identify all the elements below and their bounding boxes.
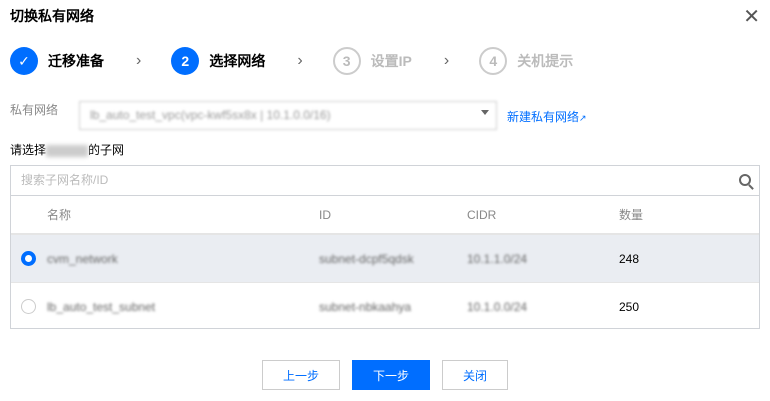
close-icon[interactable]: ✕ [743,4,760,29]
vpc-select[interactable]: lb_auto_test_vpc(vpc-kwf5sx8x | 10.1.0.0… [79,101,497,130]
subnet-prompt: 请选择 的子网 [10,141,124,158]
subnet-cidr: 10.1.1.0/24 [467,251,528,266]
table-header: 名称 ID CIDR 数量 [11,196,759,234]
subnet-cidr: 10.1.0.0/24 [467,299,528,314]
close-button[interactable]: 关闭 [442,360,508,390]
search-bar [11,166,759,196]
vpc-label: 私有网络 [10,103,59,117]
subnet-count: 248 [619,251,640,266]
table-row[interactable]: lb_auto_test_subnet subnet-nbkaahya 10.1… [11,282,759,330]
column-header-id: ID [319,207,331,222]
dialog-footer: 上一步 下一步 关闭 [0,360,770,390]
prompt-prefix: 请选择 [10,143,47,157]
chevron-right-icon: › [443,52,450,69]
step-number: 2 [171,47,200,75]
radio-unselected[interactable] [21,299,36,314]
column-header-count: 数量 [619,208,644,222]
step-1: ✓ 迁移准备 [10,47,104,75]
subnet-id: subnet-nbkaahya [319,299,412,314]
next-button[interactable]: 下一步 [352,360,430,390]
stepper: ✓ 迁移准备 › 2 选择网络 › 3 设置IP › 4 关机提示 [10,47,573,75]
step-label: 选择网络 [209,53,266,69]
dialog-title: 切换私有网络 [10,8,94,24]
chevron-right-icon: › [136,52,142,69]
subnet-table: 名称 ID CIDR 数量 cvm_network subnet-dcpf5qd… [10,165,760,329]
external-link-icon: ↗ [579,113,587,123]
step-label: 关机提示 [517,53,574,69]
column-header-name: 名称 [47,208,72,222]
caret-down-icon[interactable] [481,110,489,115]
subnet-id: subnet-dcpf5qdsk [319,251,414,266]
step-label: 迁移准备 [48,53,104,69]
prompt-suffix: 的子网 [88,143,125,157]
step-4: 4 关机提示 [479,47,573,75]
subnet-search-input[interactable] [11,166,711,194]
search-icon[interactable] [739,174,751,186]
subnet-name: cvm_network [47,251,118,266]
new-vpc-label: 新建私有网络 [507,110,580,124]
new-vpc-link[interactable]: 新建私有网络↗ [507,108,587,125]
step-3: 3 设置IP [332,47,412,75]
prev-button[interactable]: 上一步 [262,360,340,390]
subnet-count: 250 [619,299,640,314]
redacted-text [46,144,89,157]
step-2: 2 选择网络 [171,47,265,75]
radio-selected[interactable] [21,251,36,266]
subnet-name: lb_auto_test_subnet [47,299,156,314]
table-row[interactable]: cvm_network subnet-dcpf5qdsk 10.1.1.0/24… [11,234,759,282]
step-number: 4 [479,47,508,75]
column-header-cidr: CIDR [467,207,497,222]
step-label: 设置IP [370,53,412,69]
chevron-right-icon: › [297,52,303,69]
step-number: 3 [332,47,361,75]
check-icon: ✓ [10,47,38,75]
